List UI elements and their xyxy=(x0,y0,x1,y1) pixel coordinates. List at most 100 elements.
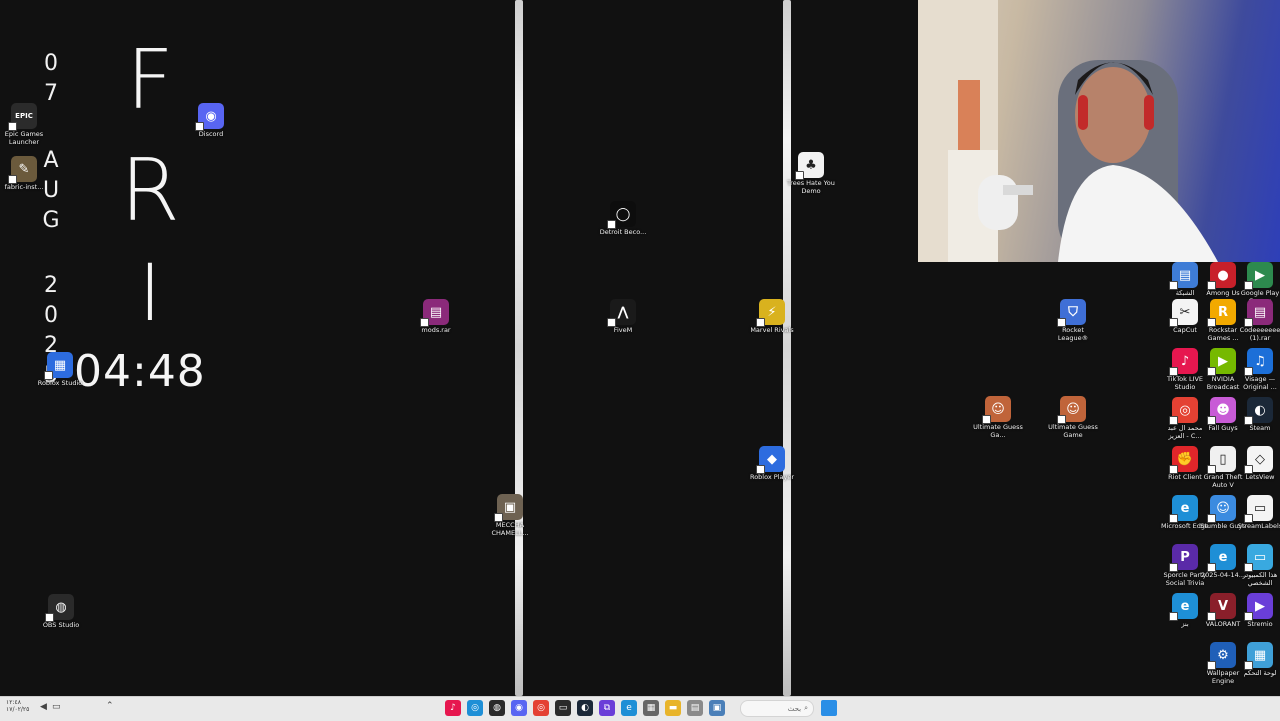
shortcut-arrow-icon xyxy=(1057,318,1066,327)
desktop-icon[interactable]: ◯ Detroit Beco... xyxy=(597,201,649,237)
app-icon: ◆ xyxy=(756,446,785,474)
desktop-icon[interactable]: ▦ لوحة التحكم xyxy=(1234,642,1280,678)
app-glyph-icon: ▦ xyxy=(1253,647,1267,663)
desktop-icon-label: Roblox Studio xyxy=(37,379,83,387)
desktop-icon-label: Rocket League® xyxy=(1057,326,1089,342)
desktop-icon[interactable]: ⛉ Rocket League® xyxy=(1047,299,1099,342)
app-glyph-icon: ☺ xyxy=(1066,401,1080,417)
app-icon: ◐ xyxy=(1244,397,1273,425)
app-icon: ⚡ xyxy=(756,299,785,327)
desktop-icon[interactable]: ✎ fabric-inst... xyxy=(0,156,50,192)
taskbar-app-vs-icon[interactable]: ⧉ xyxy=(599,700,615,716)
desktop-icon[interactable]: EPIC Epic Games Launcher xyxy=(0,103,50,146)
shortcut-arrow-icon xyxy=(1244,661,1253,670)
app-icon: ▤ xyxy=(420,299,449,327)
app-icon: ● xyxy=(1207,262,1236,290)
app-icon: R xyxy=(1207,299,1236,327)
app-glyph-icon: ✂ xyxy=(1179,304,1191,320)
desktop-icon-label: Roblox Player xyxy=(749,473,795,481)
desktop-icon[interactable]: ▤ mods.rar xyxy=(410,299,462,335)
app-glyph-icon: ♣ xyxy=(805,157,817,173)
desktop-icon-label: Trees Hate You Demo xyxy=(787,179,835,195)
taskbar-apps: ♪ ◎ ◍ ◉ ◎ ▭ ◐ ⧉ e ▦ ▬ ▤ ▣ xyxy=(442,700,728,716)
desktop-icon-label: Detroit Beco... xyxy=(599,228,647,236)
desktop-icon[interactable]: ♣ Trees Hate You Demo xyxy=(785,152,837,195)
shortcut-arrow-icon xyxy=(1057,415,1066,424)
taskbar-app-edge-icon[interactable]: e xyxy=(621,700,637,716)
app-glyph-icon: EPIC xyxy=(15,112,33,120)
search-icon: ⌕ xyxy=(804,704,808,712)
taskbar-app-obs-icon[interactable]: ◍ xyxy=(489,700,505,716)
desktop-icon[interactable]: ◉ Discord xyxy=(185,103,237,139)
shortcut-arrow-icon xyxy=(45,613,54,622)
desktop-icon[interactable]: ⚡ Marvel Rivals xyxy=(746,299,798,335)
app-glyph-icon: ◇ xyxy=(1255,451,1265,467)
shortcut-arrow-icon xyxy=(756,318,765,327)
taskbar-app-terminal-icon[interactable]: ▭ xyxy=(555,700,571,716)
desktop-icon[interactable]: ▭ StreamLabels xyxy=(1234,495,1280,531)
taskbar-app-chrome-icon[interactable]: ◎ xyxy=(533,700,549,716)
desktop-icon-label: Ultimate Guess Game xyxy=(1048,423,1098,439)
desktop-icon[interactable]: ▦ Roblox Studio xyxy=(34,352,86,388)
app-glyph-icon: ▤ xyxy=(429,304,443,320)
shortcut-arrow-icon xyxy=(607,220,616,229)
taskbar-app-photo-icon[interactable]: ▣ xyxy=(709,700,725,716)
chevron-up-icon[interactable]: ⌃ xyxy=(106,701,114,711)
shortcut-arrow-icon xyxy=(1169,612,1178,621)
app-icon: ◍ xyxy=(45,594,74,622)
app-glyph-icon: e xyxy=(1180,598,1190,614)
desktop-icon-label: Discord xyxy=(198,130,224,138)
desktop-icon-label: Codeeeeeee (1).rar xyxy=(1239,326,1280,342)
desktop-icon[interactable]: ▣ MECCHA CHAMELL... xyxy=(484,494,536,537)
shortcut-arrow-icon xyxy=(1169,416,1178,425)
desktop-icon-label: OBS Studio xyxy=(42,621,80,629)
app-icon: ✂ xyxy=(1169,299,1198,327)
app-icon: ☺ xyxy=(982,396,1011,424)
app-glyph-icon: ▣ xyxy=(503,499,517,515)
app-icon: ▶ xyxy=(1207,348,1236,376)
desktop-icon[interactable]: ◐ Steam xyxy=(1234,397,1280,433)
desktop-icon[interactable]: ◇ LetsView xyxy=(1234,446,1280,482)
search-box[interactable]: بحث ⌕ xyxy=(740,700,814,717)
app-glyph-icon: ▶ xyxy=(1255,267,1265,283)
app-glyph-icon: ▭ xyxy=(1253,500,1267,516)
desktop-icon[interactable]: ☺ Ultimate Guess Game xyxy=(1047,396,1099,439)
desktop-icon[interactable]: ◆ Roblox Player xyxy=(746,446,798,482)
taskbar-app-store-icon[interactable]: ▦ xyxy=(643,700,659,716)
desktop-icon[interactable]: ▶ Stremio xyxy=(1234,593,1280,629)
app-glyph-icon: ▶ xyxy=(1255,598,1265,614)
taskbar-app-files-icon[interactable]: ▬ xyxy=(665,700,681,716)
app-glyph-icon: e xyxy=(1180,500,1190,516)
desktop-icon[interactable]: ▭ هذا الكمبيوتر الشخصي xyxy=(1234,544,1280,587)
app-glyph-icon: ▶ xyxy=(1218,353,1228,369)
app-glyph-icon: V xyxy=(1217,598,1229,614)
shortcut-arrow-icon xyxy=(1244,514,1253,523)
app-icon: ✎ xyxy=(8,156,37,184)
desktop-icon[interactable]: ☺ Ultimate Guess Ga... xyxy=(972,396,1024,439)
speaker-icon[interactable]: ◀ xyxy=(40,702,47,712)
desktop-icon[interactable]: ◍ OBS Studio xyxy=(35,594,87,630)
system-tray-clock[interactable]: ١٢:٤٨ ١٧/٠٢/٢٥ xyxy=(6,699,29,713)
taskbar-app-notepad-icon[interactable]: ▤ xyxy=(687,700,703,716)
desktop-icon[interactable]: ♫ Visage — Original ... xyxy=(1234,348,1280,391)
desktop-icon[interactable]: ⋀ FiveM xyxy=(597,299,649,335)
shortcut-arrow-icon xyxy=(1244,318,1253,327)
desktop-icon[interactable]: ▤ Codeeeeeee (1).rar xyxy=(1234,299,1280,342)
desktop-icon-label: Marvel Rivals xyxy=(750,326,794,334)
taskbar-app-tiktok-icon[interactable]: ♪ xyxy=(445,700,461,716)
app-icon: ◇ xyxy=(1244,446,1273,474)
network-icon[interactable]: ▭ xyxy=(52,702,61,712)
app-icon: ✊ xyxy=(1169,446,1198,474)
app-glyph-icon: ▭ xyxy=(1253,549,1267,565)
shortcut-arrow-icon xyxy=(1169,563,1178,572)
app-icon: ▯ xyxy=(1207,446,1236,474)
shortcut-arrow-icon xyxy=(1207,318,1216,327)
taskbar-app-browser-icon[interactable]: ◎ xyxy=(467,700,483,716)
wallpaper-stripe-left xyxy=(515,0,523,696)
taskbar-app-discord-icon[interactable]: ◉ xyxy=(511,700,527,716)
app-icon: ▣ xyxy=(494,494,523,522)
taskbar-app-steam-icon[interactable]: ◐ xyxy=(577,700,593,716)
shortcut-arrow-icon xyxy=(982,415,991,424)
desktop-icon-label: StreamLabels xyxy=(1237,522,1280,530)
start-button[interactable] xyxy=(821,700,837,716)
